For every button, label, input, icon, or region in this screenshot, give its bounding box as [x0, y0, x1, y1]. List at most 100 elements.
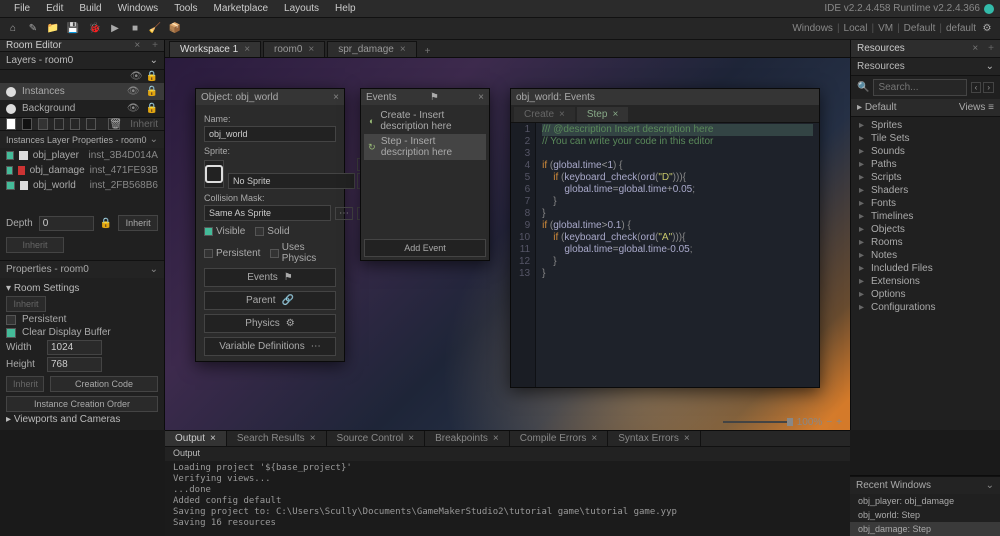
depth-input[interactable] — [39, 216, 94, 231]
save-icon[interactable]: 💾 — [66, 22, 80, 36]
solid-checkbox[interactable] — [255, 227, 264, 236]
lock-icon[interactable]: 🔒 — [146, 71, 158, 82]
resource-node[interactable]: ▸Shaders — [851, 184, 1000, 197]
close-icon[interactable]: × — [333, 92, 339, 103]
instance-row[interactable]: obj_damageinst_471FE93B — [0, 163, 164, 178]
menu-edit[interactable]: Edit — [38, 1, 71, 16]
close-icon[interactable]: × — [478, 92, 484, 103]
add-workspace-icon[interactable]: + — [419, 46, 437, 57]
persistent-checkbox[interactable] — [6, 315, 16, 325]
menu-windows[interactable]: Windows — [110, 1, 167, 16]
layer-tool-icon[interactable] — [54, 118, 64, 130]
close-icon[interactable]: × — [612, 109, 618, 120]
lock-icon[interactable]: 🔒 — [100, 218, 112, 229]
inherit-button[interactable]: Inherit — [6, 237, 64, 253]
menu-build[interactable]: Build — [71, 1, 109, 16]
close-icon[interactable]: × — [310, 433, 316, 444]
layer-tool-icon[interactable] — [38, 118, 48, 130]
workspace-tab[interactable]: spr_damage× — [327, 41, 416, 57]
code-tab[interactable]: Create× — [514, 107, 575, 122]
persistent-checkbox[interactable] — [204, 249, 213, 258]
layer-tool-icon[interactable] — [22, 118, 32, 130]
resource-node[interactable]: ▸Fonts — [851, 197, 1000, 210]
menu-layouts[interactable]: Layouts — [276, 1, 327, 16]
parent-button[interactable]: Parent🔗 — [204, 291, 336, 310]
menu-help[interactable]: Help — [327, 1, 364, 16]
layer-row[interactable]: Background👁🔒 — [0, 100, 164, 117]
close-icon[interactable]: × — [210, 433, 216, 444]
close-icon[interactable]: × — [591, 433, 597, 444]
event-item[interactable]: ◐Create - Insert description here — [364, 108, 486, 134]
close-icon[interactable]: × — [308, 44, 314, 55]
close-icon[interactable]: × — [493, 433, 499, 444]
resource-node[interactable]: ▸Configurations — [851, 301, 1000, 314]
collision-select[interactable] — [204, 205, 331, 221]
resource-node[interactable]: ▸Paths — [851, 158, 1000, 171]
menu-file[interactable]: File — [6, 1, 38, 16]
layer-tool-icon[interactable] — [70, 118, 80, 130]
resource-node[interactable]: ▸Sprites — [851, 119, 1000, 132]
physics-button[interactable]: Physics⚙ — [204, 314, 336, 333]
target-gear-icon[interactable]: ⚙ — [980, 22, 994, 36]
height-input[interactable] — [47, 357, 102, 372]
layer-tool-icon[interactable] — [6, 118, 16, 130]
menu-tools[interactable]: Tools — [166, 1, 205, 16]
debug-icon[interactable]: 🐞 — [88, 22, 102, 36]
resource-node[interactable]: ▸Sounds — [851, 145, 1000, 158]
resource-node[interactable]: ▸Objects — [851, 223, 1000, 236]
clean-icon[interactable]: 🧹 — [148, 22, 162, 36]
instance-order-button[interactable]: Instance Creation Order — [6, 396, 158, 412]
close-icon[interactable]: × — [400, 44, 406, 55]
creation-code-button[interactable]: Creation Code — [50, 376, 158, 392]
chevron-down-icon[interactable]: ⌄ — [986, 61, 994, 72]
code-tab[interactable]: Step× — [577, 107, 628, 122]
resource-node[interactable]: ▸Options — [851, 288, 1000, 301]
eye-icon[interactable]: 👁 — [127, 86, 140, 97]
resource-node[interactable]: ▸Tile Sets — [851, 132, 1000, 145]
resource-node[interactable]: ▸Notes — [851, 249, 1000, 262]
inherit-button[interactable]: Inherit — [6, 296, 46, 312]
next-icon[interactable]: › — [983, 82, 994, 93]
search-input[interactable] — [873, 79, 966, 96]
output-tab[interactable]: Breakpoints× — [425, 431, 510, 446]
event-item[interactable]: ↻Step - Insert description here — [364, 134, 486, 160]
chevron-down-icon[interactable]: ⌄ — [150, 55, 158, 66]
visible-checkbox[interactable] — [204, 227, 213, 236]
prev-icon[interactable]: ‹ — [971, 82, 982, 93]
eye-icon[interactable]: 👁 — [130, 71, 143, 82]
output-tab[interactable]: Search Results× — [227, 431, 327, 446]
sprite-preview[interactable] — [204, 160, 224, 188]
workspace-tab[interactable]: Workspace 1× — [169, 41, 261, 57]
play-icon[interactable]: ▶ — [108, 22, 122, 36]
workspace-tab[interactable]: room0× — [263, 41, 325, 57]
close-icon[interactable]: × — [684, 433, 690, 444]
stop-icon[interactable]: ■ — [128, 22, 142, 36]
output-tab[interactable]: Compile Errors× — [510, 431, 609, 446]
home-icon[interactable]: ⌂ — [6, 22, 20, 36]
lock-icon[interactable]: 🔒 — [146, 86, 158, 97]
chevron-down-icon[interactable]: ⌄ — [150, 264, 158, 275]
physics-checkbox[interactable] — [270, 249, 278, 258]
dropdown-icon[interactable]: ⋯ — [335, 207, 353, 220]
instance-checkbox[interactable] — [6, 181, 15, 190]
recent-item[interactable]: obj_damage: Step — [850, 522, 1000, 536]
default-group[interactable]: Default — [865, 102, 897, 113]
object-name-input[interactable] — [204, 126, 336, 142]
recent-item[interactable]: obj_world: Step — [850, 508, 1000, 522]
add-icon[interactable]: + — [152, 40, 158, 51]
inherit-button[interactable]: Inherit — [118, 215, 158, 231]
inherit-button[interactable]: Inherit — [130, 119, 158, 130]
width-input[interactable] — [47, 340, 102, 355]
open-icon[interactable]: 📁 — [46, 22, 60, 36]
variables-button[interactable]: Variable Definitions⋯ — [204, 337, 336, 356]
resources-tab[interactable]: Resources — [857, 43, 966, 54]
room-settings-header[interactable]: Room Settings — [14, 283, 80, 294]
output-tab[interactable]: Source Control× — [327, 431, 426, 446]
eye-icon[interactable]: 👁 — [127, 103, 140, 114]
sprite-select[interactable] — [228, 173, 355, 189]
resource-node[interactable]: ▸Included Files — [851, 262, 1000, 275]
chevron-down-icon[interactable]: ⌄ — [986, 480, 994, 491]
room-editor-tab[interactable]: Room Editor — [6, 40, 128, 51]
new-icon[interactable]: ✎ — [26, 22, 40, 36]
chevron-down-icon[interactable]: ⌄ — [150, 134, 158, 145]
